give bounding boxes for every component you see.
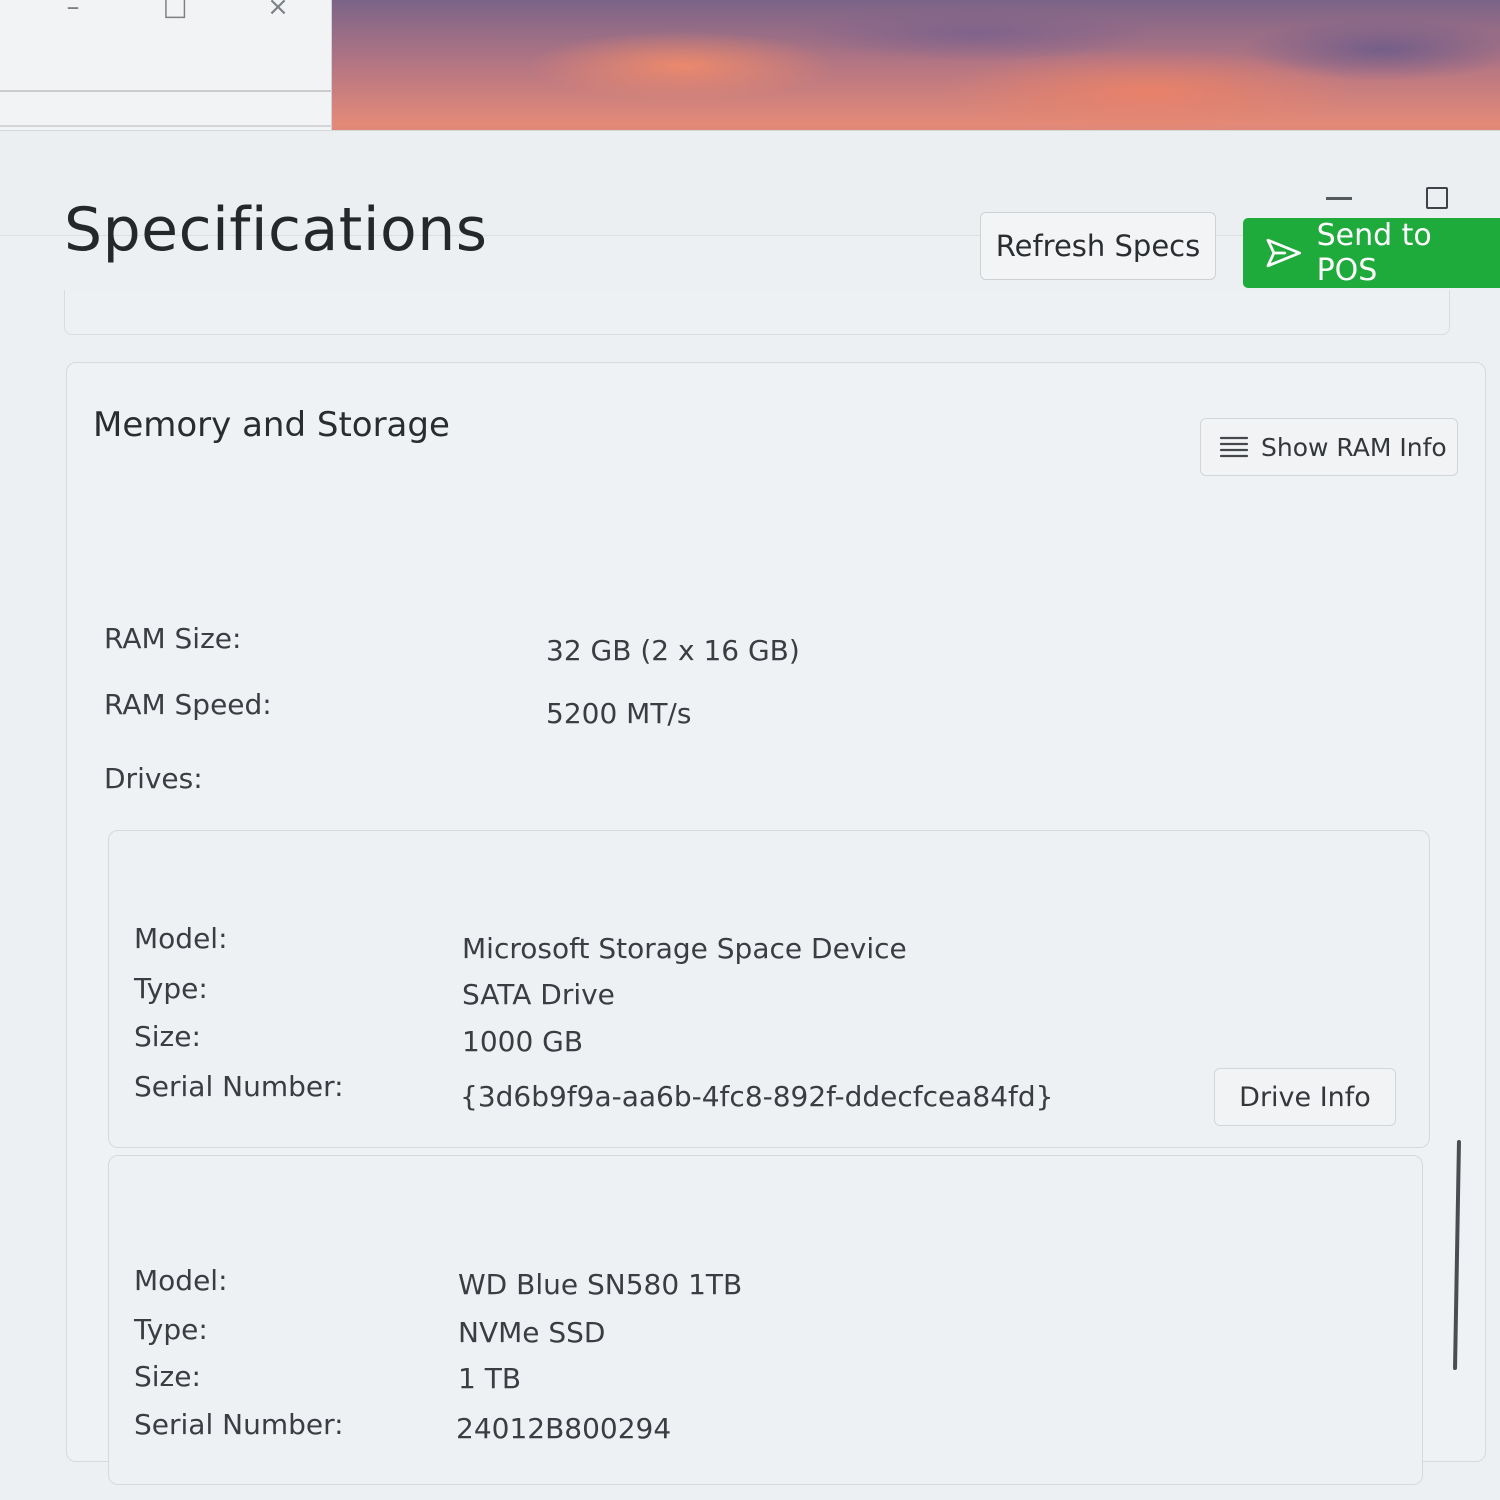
drive-type-label: Type:: [134, 972, 208, 1005]
background-window-titlebar: – □ ×: [0, 0, 331, 40]
section-title: Memory and Storage: [93, 405, 450, 445]
drive-serial-label: Serial Number:: [134, 1408, 344, 1441]
refresh-specs-label: Refresh Specs: [995, 229, 1201, 263]
drive-type-label: Type:: [134, 1313, 208, 1346]
minimize-button[interactable]: [1326, 197, 1352, 200]
list-icon: [1219, 436, 1249, 458]
drive-size-value: 1 TB: [458, 1362, 522, 1395]
show-ram-info-label: Show RAM Info: [1261, 432, 1447, 462]
drive-info-button[interactable]: Drive Info: [1214, 1068, 1396, 1126]
page-title: Specifications: [64, 195, 488, 265]
processor-card: [64, 290, 1450, 335]
background-minimize-button[interactable]: –: [58, 0, 88, 24]
background-window: – □ ×: [0, 0, 332, 135]
drive-model-label: Model:: [134, 922, 228, 955]
ram-size-value: 32 GB (2 x 16 GB): [546, 634, 800, 667]
drive-size-label: Size:: [134, 1360, 201, 1393]
divider: [0, 125, 331, 127]
drive-model-value: WD Blue SN580 1TB: [458, 1268, 743, 1301]
show-ram-info-button[interactable]: Show RAM Info: [1200, 418, 1458, 476]
maximize-button[interactable]: [1426, 187, 1448, 209]
drive-size-value: 1000 GB: [462, 1025, 584, 1058]
drive-model-value: Microsoft Storage Space Device: [462, 932, 907, 965]
send-icon: [1266, 238, 1301, 268]
ram-size-label: RAM Size:: [104, 622, 242, 655]
drive-model-label: Model:: [134, 1264, 228, 1297]
drive-info-label: Drive Info: [1239, 1081, 1371, 1113]
drive-type-value: NVMe SSD: [458, 1316, 606, 1349]
refresh-specs-button[interactable]: Refresh Specs: [980, 212, 1216, 280]
background-maximize-button[interactable]: □: [160, 0, 190, 24]
divider: [0, 90, 331, 92]
drives-label: Drives:: [104, 762, 203, 795]
send-to-pos-button[interactable]: Send to POS: [1243, 218, 1500, 288]
background-close-button[interactable]: ×: [263, 0, 293, 24]
send-to-pos-label: Send to POS: [1316, 218, 1432, 288]
ram-speed-label: RAM Speed:: [104, 688, 272, 721]
drive-size-label: Size:: [134, 1020, 201, 1053]
ram-speed-value: 5200 MT/s: [546, 697, 692, 730]
drive-serial-label: Serial Number:: [134, 1070, 344, 1103]
drive-serial-value: {3d6b9f9a-aa6b-4fc8-892f-ddecfcea84fd}: [460, 1080, 1054, 1113]
drive-serial-value: 24012B800294: [456, 1412, 672, 1445]
drive-type-value: SATA Drive: [462, 978, 615, 1011]
